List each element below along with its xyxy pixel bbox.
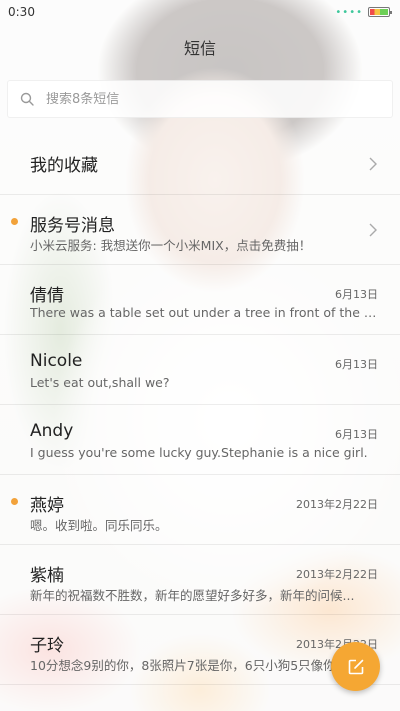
messages-screen: 0:30 •••• 短信 我的收藏 服务号消息 小米云服务: 我想送你一个小米M… bbox=[0, 0, 400, 711]
list-item-name: 子玲 bbox=[30, 636, 64, 656]
compose-icon bbox=[348, 659, 363, 674]
list-item-conversation[interactable]: Nicole 6月13日 Let's eat out,shall we? bbox=[0, 335, 400, 405]
status-time: 0:30 bbox=[8, 5, 35, 19]
chevron-right-icon bbox=[369, 223, 377, 236]
list-item-name: Nicole bbox=[30, 351, 83, 371]
list-item-date: 6月13日 bbox=[335, 358, 378, 371]
conversation-list: 我的收藏 服务号消息 小米云服务: 我想送你一个小米MIX，点击免费抽！ 倩倩 … bbox=[0, 133, 400, 685]
unread-dot bbox=[11, 498, 18, 505]
compose-button[interactable] bbox=[331, 642, 380, 691]
list-item-name: Andy bbox=[30, 421, 74, 441]
search-input[interactable] bbox=[46, 91, 392, 107]
signal-dots-icon: •••• bbox=[335, 6, 363, 18]
status-indicators: •••• bbox=[335, 6, 392, 18]
battery-icon bbox=[368, 7, 392, 17]
list-item-name: 倩倩 bbox=[30, 286, 64, 306]
battery-level bbox=[370, 9, 388, 15]
search-icon bbox=[20, 92, 34, 106]
list-item-conversation[interactable]: Andy 6月13日 I guess you're some lucky guy… bbox=[0, 405, 400, 475]
list-item-name: 服务号消息 bbox=[30, 216, 115, 236]
unread-dot bbox=[11, 218, 18, 225]
title-bar: 短信 bbox=[0, 24, 400, 70]
list-item-preview: Let's eat out,shall we? bbox=[30, 375, 170, 390]
list-item-preview: 小米云服务: 我想送你一个小米MIX，点击免费抽！ bbox=[30, 238, 312, 253]
page-title: 短信 bbox=[183, 39, 216, 58]
list-item-service-messages[interactable]: 服务号消息 小米云服务: 我想送你一个小米MIX，点击免费抽！ bbox=[0, 195, 400, 265]
list-item-preview: There was a table set out under a tree i… bbox=[30, 305, 378, 320]
chevron-right-icon bbox=[369, 157, 377, 170]
status-bar: 0:30 •••• bbox=[0, 0, 400, 24]
list-item-preview: 嗯。收到啦。同乐同乐。 bbox=[30, 518, 168, 533]
list-item-preview: 新年的祝福数不胜数，新年的愿望好多好多，新年的问候... bbox=[30, 588, 355, 603]
list-item-preview: I guess you're some lucky guy.Stephanie … bbox=[30, 445, 368, 460]
list-item-name: 我的收藏 bbox=[30, 156, 98, 176]
list-item-date: 2013年2月22日 bbox=[296, 498, 378, 511]
list-item-favorites[interactable]: 我的收藏 bbox=[0, 133, 400, 195]
list-item-conversation[interactable]: 倩倩 6月13日 There was a table set out under… bbox=[0, 265, 400, 335]
list-item-preview: 10分想念9别的你，8张照片7张是你，6只小狗5只像你... bbox=[30, 658, 348, 673]
list-item-conversation[interactable]: 燕婷 2013年2月22日 嗯。收到啦。同乐同乐。 bbox=[0, 475, 400, 545]
list-item-date: 2013年2月22日 bbox=[296, 568, 378, 581]
list-item-name: 燕婷 bbox=[30, 496, 64, 516]
list-item-date: 6月13日 bbox=[335, 428, 378, 441]
list-item-conversation[interactable]: 紫楠 2013年2月22日 新年的祝福数不胜数，新年的愿望好多好多，新年的问候.… bbox=[0, 545, 400, 615]
search-box[interactable] bbox=[7, 80, 393, 118]
list-item-date: 6月13日 bbox=[335, 288, 378, 301]
list-item-name: 紫楠 bbox=[30, 566, 64, 586]
